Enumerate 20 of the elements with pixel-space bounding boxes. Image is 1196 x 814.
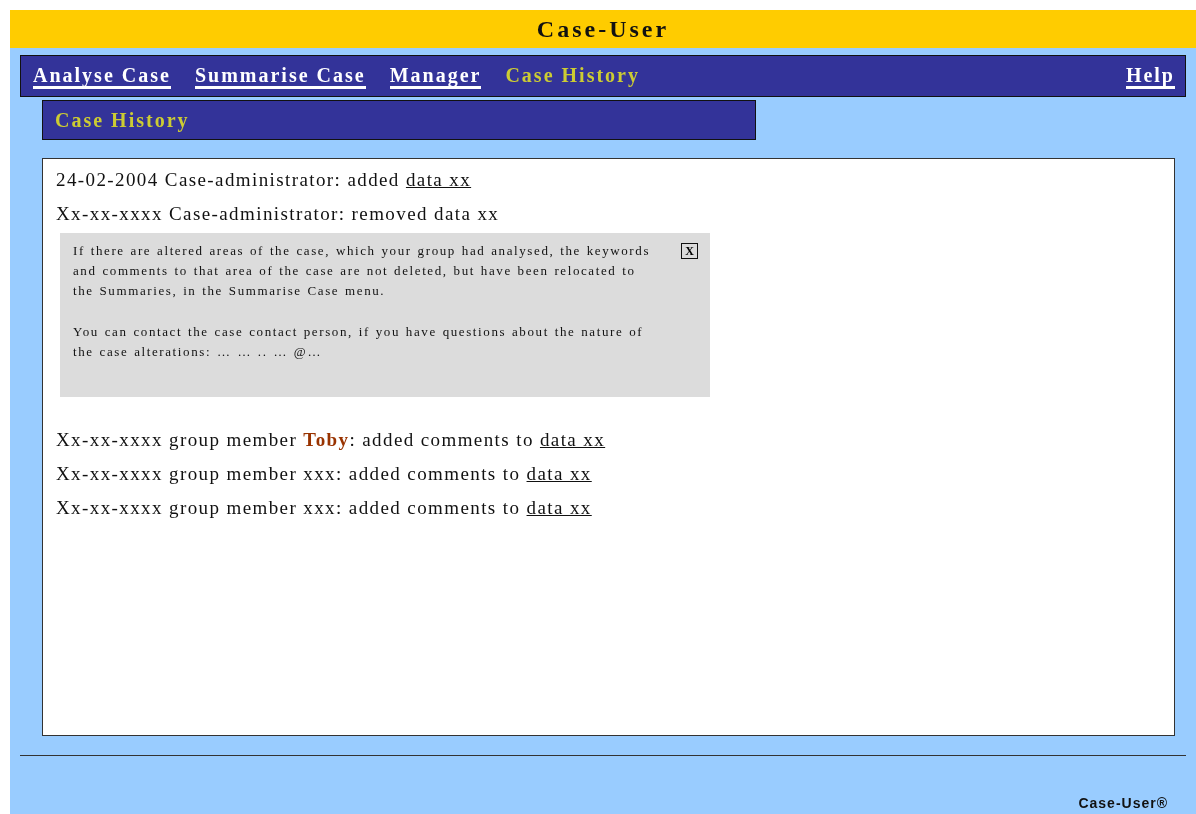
history-entry: Xx-xx-xxxx group member Toby: added comments to data xx [56, 428, 607, 452]
history-entry: Xx-xx-xxxx group member xxx: added comments to data xx [56, 496, 593, 520]
note-paragraph: You can contact the case contact person, if you have questions about the nature of the case alterations: … … .. … @… [73, 323, 645, 361]
nav-link[interactable]: Analyse Case [33, 63, 171, 89]
nav-link[interactable]: Manager [389, 63, 482, 89]
help-link[interactable]: Help [1125, 63, 1175, 89]
data-link[interactable]: data xx [526, 497, 592, 518]
data-link[interactable]: data xx [539, 429, 606, 450]
history-entry: Xx-xx-xxxx Case-administrator: removed data xx [56, 202, 501, 226]
nav-link[interactable]: Case History [505, 63, 640, 89]
note-paragraph: If there are altered areas of the case, which your group had analysed, the keywords and comments to that area of the case are not deleted, but have been relocated to the Summaries, in the Summarise Case menu. [73, 242, 652, 300]
section-title: Case History [55, 108, 190, 132]
close-button[interactable]: X [681, 243, 698, 259]
app-title: Case-User [536, 15, 670, 43]
data-link[interactable]: data xx [526, 463, 592, 484]
footer-brand: Case-User® [1078, 796, 1168, 810]
history-entry: Xx-xx-xxxx group member xxx: added comments to data xx [56, 462, 593, 486]
data-link[interactable]: data xx [405, 169, 472, 190]
nav-link[interactable]: Summarise Case [194, 63, 366, 89]
history-entry: 24-02-2004 Case-administrator: added data xx [56, 168, 473, 192]
